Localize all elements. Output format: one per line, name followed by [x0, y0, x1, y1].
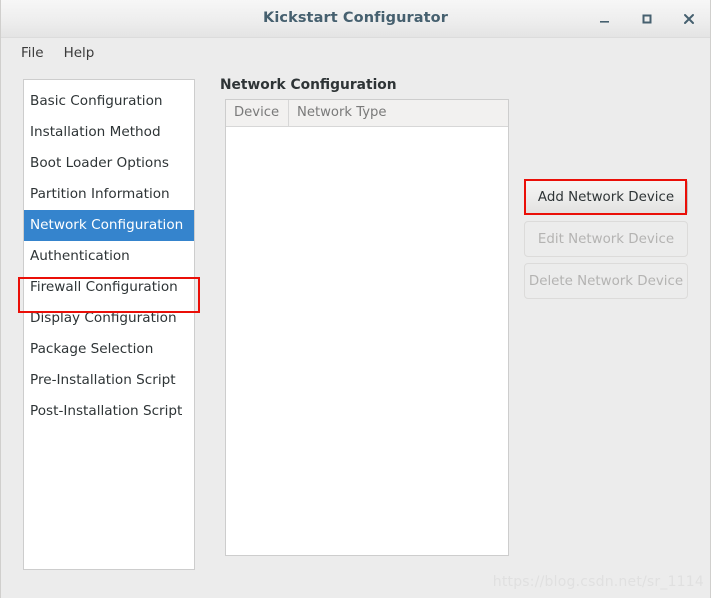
edit-network-device-button: Edit Network Device	[524, 221, 688, 257]
device-action-buttons: Add Network Device Edit Network Device D…	[524, 179, 688, 299]
sidebar-item-boot-loader-options[interactable]: Boot Loader Options	[24, 148, 194, 179]
sidebar-item-partition-information[interactable]: Partition Information	[24, 179, 194, 210]
sidebar-item-post-installation-script[interactable]: Post-Installation Script	[24, 396, 194, 427]
title-bar: Kickstart Configurator	[1, 0, 710, 38]
content-area: Basic Configuration Installation Method …	[1, 68, 710, 598]
window-controls	[594, 0, 700, 38]
network-device-table[interactable]: Device Network Type	[225, 99, 509, 556]
column-header-device[interactable]: Device	[226, 100, 289, 126]
menu-bar: File Help	[1, 38, 710, 68]
sidebar-item-authentication[interactable]: Authentication	[24, 241, 194, 272]
sidebar-item-installation-method[interactable]: Installation Method	[24, 117, 194, 148]
sidebar-item-network-configuration[interactable]: Network Configuration	[24, 210, 194, 241]
menu-item-file[interactable]: File	[11, 42, 54, 64]
column-header-network-type[interactable]: Network Type	[289, 100, 508, 126]
add-network-device-button[interactable]: Add Network Device	[524, 179, 688, 215]
page-title: Network Configuration	[220, 77, 397, 93]
close-icon[interactable]	[678, 8, 700, 30]
table-header-row: Device Network Type	[226, 100, 508, 127]
app-window: Kickstart Configurator File Help Basic C…	[0, 0, 711, 598]
sidebar-nav-list[interactable]: Basic Configuration Installation Method …	[23, 79, 195, 570]
minimize-icon[interactable]	[594, 8, 616, 30]
watermark-text: https://blog.csdn.net/sr_1114	[492, 574, 704, 590]
sidebar-item-firewall-configuration[interactable]: Firewall Configuration	[24, 272, 194, 303]
menu-item-help[interactable]: Help	[54, 42, 105, 64]
maximize-icon[interactable]	[636, 8, 658, 30]
sidebar-item-pre-installation-script[interactable]: Pre-Installation Script	[24, 365, 194, 396]
sidebar-item-display-configuration[interactable]: Display Configuration	[24, 303, 194, 334]
table-body[interactable]	[226, 127, 508, 555]
delete-network-device-button: Delete Network Device	[524, 263, 688, 299]
sidebar-item-basic-configuration[interactable]: Basic Configuration	[24, 86, 194, 117]
sidebar-item-package-selection[interactable]: Package Selection	[24, 334, 194, 365]
